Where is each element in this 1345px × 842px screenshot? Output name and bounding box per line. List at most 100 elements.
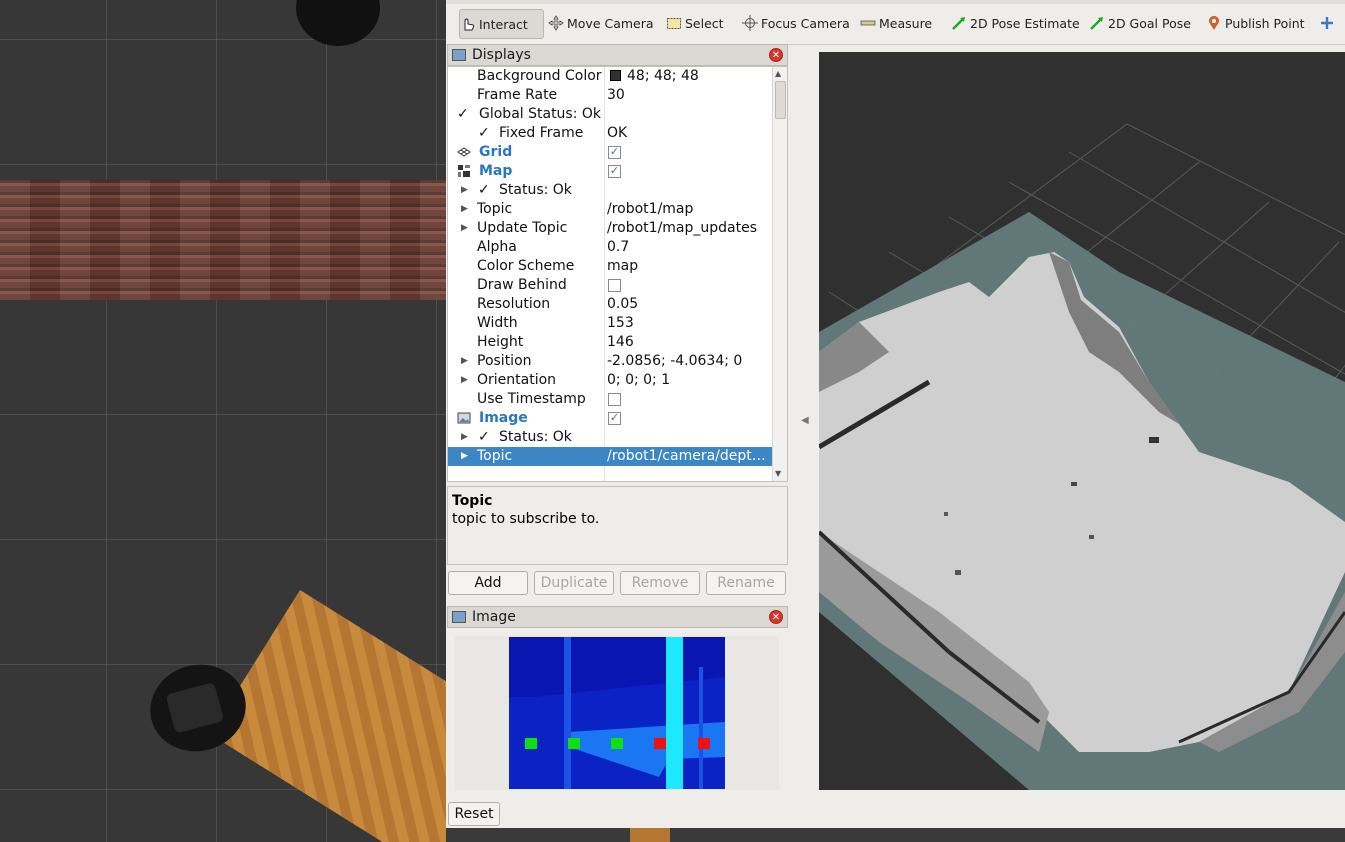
expand-arrow-icon[interactable]: ▶ [461, 352, 471, 371]
tree-row[interactable]: ✓ Fixed Frame OK [448, 124, 774, 143]
image-panel-header: Image ✕ [447, 606, 788, 628]
move-arrows-icon [548, 15, 564, 31]
displays-title: Displays [472, 47, 531, 63]
property-description: Topic topic to subscribe to. [447, 486, 788, 565]
depth-image [509, 637, 725, 789]
goal-pose-tool[interactable]: 2D Goal Pose [1089, 9, 1191, 37]
image-icon [457, 411, 471, 425]
check-icon: ✓ [478, 182, 490, 198]
tree-scrollbar[interactable]: ▲ ▼ [772, 67, 787, 481]
displays-panel-header: Displays ✕ [447, 44, 788, 66]
goal-pose-label: 2D Goal Pose [1108, 15, 1191, 31]
map-icon [457, 164, 471, 178]
pose-estimate-label: 2D Pose Estimate [970, 15, 1080, 31]
expand-arrow-icon[interactable]: ▶ [461, 219, 471, 238]
wooden-table [209, 590, 446, 842]
check-icon: ✓ [478, 125, 490, 141]
tree-row-map[interactable]: Map ✓ [448, 162, 774, 181]
move-camera-tool[interactable]: Move Camera [548, 9, 654, 37]
image-panel: Image ✕ [447, 606, 788, 792]
color-swatch[interactable] [610, 70, 621, 81]
tree-row[interactable]: ▶ ✓ Status: Ok [448, 181, 774, 200]
tree-row[interactable]: ✓ Global Status: Ok [448, 105, 774, 124]
grid-enable-checkbox[interactable]: ✓ [608, 146, 621, 159]
gazebo-scene-view [0, 0, 446, 842]
focus-camera-tool[interactable]: Focus Camera [742, 9, 850, 37]
description-heading: Topic [452, 493, 493, 509]
check-icon: ✓ [478, 429, 490, 445]
expand-arrow-icon[interactable]: ▶ [461, 428, 471, 447]
tree-row[interactable]: Height 146 [448, 333, 774, 352]
expand-arrow-icon[interactable]: ▶ [461, 181, 471, 200]
scroll-down-icon[interactable]: ▼ [775, 469, 781, 478]
select-label: Select [685, 15, 724, 31]
rviz-window: Interact Move Camera Select Focus Camera [446, 0, 1345, 828]
tree-row[interactable]: Color Scheme map [448, 257, 774, 276]
draw-behind-checkbox[interactable] [608, 279, 621, 292]
tree-row[interactable]: ▶ Orientation 0; 0; 0; 1 [448, 371, 774, 390]
tree-row[interactable]: Frame Rate 30 [448, 86, 774, 105]
brick-wall [0, 180, 446, 300]
expand-arrow-icon[interactable]: ▶ [461, 200, 471, 219]
displays-tree[interactable]: Background Color 48; 48; 48 Frame Rate 3… [447, 66, 788, 482]
monitor-icon [452, 49, 466, 61]
expand-arrow-icon[interactable]: ▶ [461, 447, 471, 466]
rename-button[interactable]: Rename [706, 571, 786, 595]
use-timestamp-checkbox[interactable] [608, 393, 621, 406]
table-leg [630, 828, 670, 842]
map-pin-icon [1206, 15, 1222, 31]
duplicate-button[interactable]: Duplicate [534, 571, 614, 595]
tree-row[interactable]: Resolution 0.05 [448, 295, 774, 314]
move-camera-label: Move Camera [567, 15, 654, 31]
green-arrow-icon [1089, 15, 1105, 31]
tree-row-selected[interactable]: ▶ Topic /robot1/camera/dept… [448, 447, 774, 466]
select-box-icon [666, 15, 682, 31]
scroll-thumb[interactable] [775, 81, 786, 119]
tree-row[interactable]: ▶ Topic /robot1/map [448, 200, 774, 219]
image-panel-title: Image [472, 609, 516, 625]
plus-icon [1319, 15, 1335, 31]
measure-tool[interactable]: Measure [860, 9, 932, 37]
select-tool[interactable]: Select [666, 9, 724, 37]
crosshair-icon [742, 15, 758, 31]
grid-icon [457, 145, 471, 159]
add-tool-button[interactable] [1319, 9, 1338, 37]
tool-toolbar: Interact Move Camera Select Focus Camera [446, 0, 1345, 45]
remove-button[interactable]: Remove [620, 571, 700, 595]
tree-row[interactable]: ▶ Update Topic /robot1/map_updates [448, 219, 774, 238]
camera-image-view [455, 636, 779, 790]
scene-object-dark [296, 0, 380, 46]
green-arrow-icon [951, 15, 967, 31]
map-enable-checkbox[interactable]: ✓ [608, 165, 621, 178]
pose-estimate-tool[interactable]: 2D Pose Estimate [951, 9, 1080, 37]
expand-arrow-icon[interactable]: ▶ [461, 371, 471, 390]
interact-tool[interactable]: Interact [459, 9, 544, 39]
tree-row[interactable]: Alpha 0.7 [448, 238, 774, 257]
reset-button[interactable]: Reset [448, 802, 500, 826]
description-text: topic to subscribe to. [452, 511, 600, 527]
publish-point-tool[interactable]: Publish Point [1206, 9, 1305, 37]
measure-label: Measure [879, 15, 933, 31]
focus-camera-label: Focus Camera [761, 15, 850, 31]
publish-point-label: Publish Point [1225, 15, 1305, 31]
check-icon: ✓ [457, 106, 469, 122]
hand-pointer-icon [460, 16, 476, 32]
tree-row-image[interactable]: Image ✓ [448, 409, 774, 428]
tree-row[interactable]: Draw Behind [448, 276, 774, 295]
close-icon[interactable]: ✕ [769, 610, 783, 624]
tree-row[interactable]: Background Color 48; 48; 48 [448, 67, 774, 86]
image-enable-checkbox[interactable]: ✓ [608, 412, 621, 425]
add-button[interactable]: Add [448, 571, 528, 595]
tree-row-grid[interactable]: Grid ✓ [448, 143, 774, 162]
tree-row[interactable]: ▶ ✓ Status: Ok [448, 428, 774, 447]
tree-row[interactable]: Width 153 [448, 314, 774, 333]
tree-row[interactable]: Use Timestamp [448, 390, 774, 409]
3d-viewport[interactable] [819, 52, 1345, 790]
close-icon[interactable]: ✕ [769, 48, 783, 62]
ruler-icon [860, 15, 876, 31]
tree-row[interactable]: ▶ Position -2.0856; -4.0634; 0 [448, 352, 774, 371]
interact-label: Interact [479, 16, 528, 32]
collapse-splitter-icon[interactable]: ◀ [801, 415, 809, 426]
image-icon [452, 611, 466, 623]
scroll-up-icon[interactable]: ▲ [775, 69, 781, 78]
